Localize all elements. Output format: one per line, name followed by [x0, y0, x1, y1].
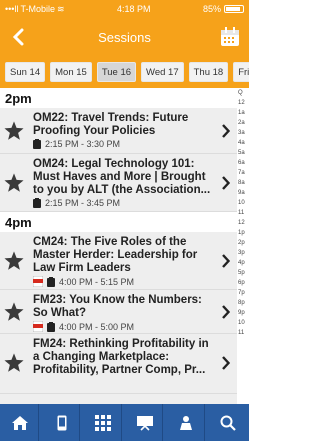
- phone-icon: [57, 415, 67, 430]
- star-icon[interactable]: [3, 301, 25, 323]
- day-tab[interactable]: Mon 15: [50, 62, 92, 82]
- nav-bar: Sessions: [0, 18, 249, 56]
- tab-grid[interactable]: [86, 404, 122, 441]
- clipboard-icon: [33, 139, 41, 149]
- carrier-group: •••ll T-Mobile ≋: [5, 4, 65, 15]
- chevron-right-icon: [222, 356, 230, 370]
- index-entry[interactable]: 6p: [238, 278, 249, 288]
- session-title: CM24: The Five Roles of the Master Herde…: [33, 236, 198, 274]
- clipboard-icon: [47, 276, 55, 287]
- session-time: 4:00 PM - 5:00 PM: [59, 321, 135, 332]
- chevron-left-icon: [12, 28, 24, 46]
- index-entry[interactable]: 9p: [238, 308, 249, 318]
- index-entry[interactable]: 7p: [238, 288, 249, 298]
- signal-icon: •••ll: [5, 4, 19, 14]
- session-list[interactable]: 2pm OM22: Travel Trends: Future Proofing…: [0, 88, 237, 404]
- back-button[interactable]: [6, 25, 30, 49]
- index-entry[interactable]: 12: [238, 98, 249, 108]
- index-entry[interactable]: 3p: [238, 248, 249, 258]
- session-meta: 2:15 PM - 3:30 PM: [33, 139, 120, 149]
- search-icon: [220, 415, 237, 431]
- index-entry[interactable]: 1a: [238, 108, 249, 118]
- day-tab[interactable]: Fri 19: [233, 62, 249, 82]
- calendar-icon: [221, 27, 239, 46]
- tab-attendees[interactable]: [169, 404, 205, 441]
- chevron-right-icon: [222, 124, 230, 138]
- battery-icon: [224, 5, 244, 13]
- index-entry[interactable]: 1p: [238, 228, 249, 238]
- index-entry[interactable]: 7a: [238, 168, 249, 178]
- day-selector: Sun 14 Mon 15 Tue 16 Wed 17 Thu 18 Fri 1…: [0, 56, 249, 88]
- index-entry[interactable]: 9a: [238, 188, 249, 198]
- chevron-right-icon: [222, 254, 230, 268]
- index-entry[interactable]: 6a: [238, 158, 249, 168]
- session-row[interactable]: FM23: You Know the Numbers: So What? 4:0…: [0, 290, 237, 334]
- chevron-right-icon: [222, 305, 230, 319]
- wifi-icon: ≋: [56, 3, 65, 14]
- tab-phone[interactable]: [44, 404, 81, 441]
- session-title: OM22: Travel Trends: Future Proofing You…: [33, 112, 189, 137]
- day-tab[interactable]: Wed 17: [141, 62, 184, 82]
- clipboard-icon: [47, 321, 55, 332]
- session-meta: 4:00 PM - 5:15 PM: [33, 276, 134, 287]
- star-icon[interactable]: [3, 250, 25, 272]
- index-entry[interactable]: 11: [238, 328, 249, 338]
- clipboard-icon: [33, 198, 41, 208]
- index-entry[interactable]: 4a: [238, 138, 249, 148]
- section-header: 2pm: [0, 88, 237, 108]
- attendee-icon: [180, 415, 193, 430]
- index-entry[interactable]: 4p: [238, 258, 249, 268]
- session-title: FM24: Rethinking Profitability in a Chan…: [33, 338, 209, 376]
- tab-home[interactable]: [3, 404, 39, 441]
- index-entry[interactable]: 5a: [238, 148, 249, 158]
- carrier-label: T-Mobile: [20, 4, 55, 14]
- index-entry[interactable]: 12: [238, 218, 249, 228]
- status-bar: •••ll T-Mobile ≋ 4:18 PM 85%: [0, 0, 249, 18]
- day-tab[interactable]: Sun 14: [5, 62, 46, 82]
- index-entry[interactable]: 11: [238, 208, 249, 218]
- session-meta: 4:00 PM - 5:00 PM: [33, 321, 134, 332]
- session-meta: 2:15 PM - 3:45 PM: [33, 198, 120, 208]
- session-row[interactable]: OM22: Travel Trends: Future Proofing You…: [0, 108, 237, 154]
- session-row[interactable]: OM24: Legal Technology 101: Must Haves a…: [0, 154, 237, 212]
- session-title: OM24: Legal Technology 101: Must Haves a…: [33, 158, 211, 196]
- home-icon: [12, 415, 29, 430]
- battery-group: 85%: [203, 4, 244, 14]
- tab-search[interactable]: [210, 404, 246, 441]
- pdf-icon: [33, 321, 43, 332]
- tab-presentation[interactable]: [127, 404, 164, 441]
- star-icon[interactable]: [3, 352, 25, 374]
- session-row[interactable]: FM24: Rethinking Profitability in a Chan…: [0, 334, 237, 394]
- star-icon[interactable]: [3, 120, 25, 142]
- star-icon[interactable]: [3, 172, 25, 194]
- session-time: 2:15 PM - 3:45 PM: [45, 198, 121, 208]
- index-entry[interactable]: 2p: [238, 238, 249, 248]
- presentation-icon: [136, 415, 153, 431]
- section-header: 4pm: [0, 212, 237, 232]
- index-entry[interactable]: 10: [238, 318, 249, 328]
- session-time: 4:00 PM - 5:15 PM: [59, 276, 135, 287]
- bottom-tab-bar: [0, 404, 249, 441]
- index-entry[interactable]: Q: [238, 88, 249, 98]
- grid-icon: [95, 414, 112, 431]
- session-title: FM23: You Know the Numbers: So What?: [33, 294, 202, 319]
- index-entry[interactable]: 3a: [238, 128, 249, 138]
- index-entry[interactable]: 8a: [238, 178, 249, 188]
- clock-label: 4:18 PM: [116, 4, 151, 14]
- page-title: Sessions: [98, 29, 151, 45]
- index-entry[interactable]: 8p: [238, 298, 249, 308]
- session-time: 2:15 PM - 3:30 PM: [45, 139, 121, 149]
- chevron-right-icon: [222, 176, 230, 190]
- day-tab[interactable]: Thu 18: [188, 62, 229, 82]
- pdf-icon: [33, 276, 43, 287]
- day-tab-selected[interactable]: Tue 16: [96, 62, 137, 82]
- index-entry[interactable]: 10: [238, 198, 249, 208]
- calendar-button[interactable]: [217, 24, 243, 50]
- session-row[interactable]: CM24: The Five Roles of the Master Herde…: [0, 232, 237, 290]
- time-index-bar[interactable]: Q 12 1a 2a 3a 4a 5a 6a 7a 8a 9a 10 11 12 1p 2p 3p 4p 5p 6p 7…: [237, 88, 249, 404]
- index-entry[interactable]: 5p: [238, 268, 249, 278]
- battery-label: 85%: [202, 4, 221, 14]
- index-entry[interactable]: 2a: [238, 118, 249, 128]
